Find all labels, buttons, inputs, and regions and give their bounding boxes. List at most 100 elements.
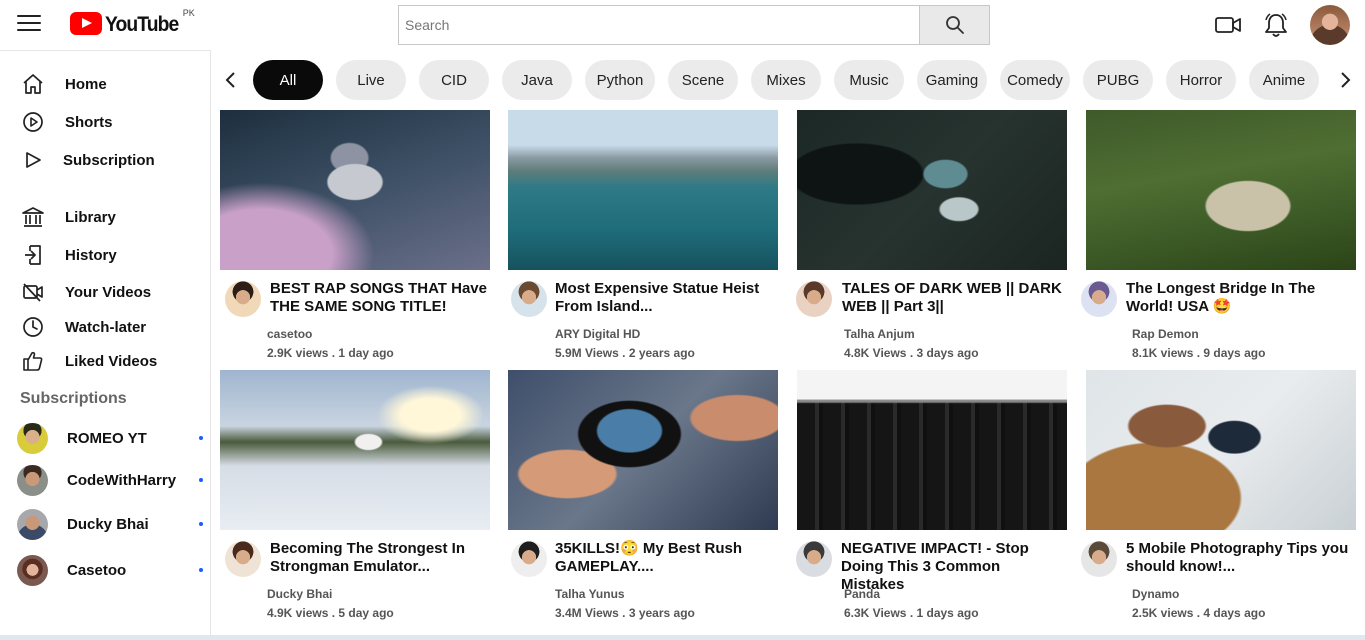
- channel-avatar[interactable]: [796, 541, 832, 577]
- channel-avatar: [17, 464, 48, 496]
- channel-name[interactable]: Dynamo: [1132, 587, 1179, 601]
- channel-avatar[interactable]: [796, 281, 832, 317]
- chip-music[interactable]: Music: [834, 60, 904, 100]
- view-count: 6.3K Views .: [844, 606, 917, 620]
- video-card[interactable]: Becoming The Strongest In Strongman Emul…: [220, 370, 492, 620]
- video-thumbnail[interactable]: [220, 110, 490, 270]
- sidebar-item-library[interactable]: Library: [20, 205, 116, 229]
- upload-age: 9 days ago: [1203, 346, 1266, 360]
- chevron-left-icon[interactable]: [221, 70, 241, 90]
- thumbs-up-icon: [20, 349, 46, 373]
- subscription-item[interactable]: ROMEO YT: [17, 422, 207, 454]
- channel-name[interactable]: Rap Demon: [1132, 327, 1199, 341]
- channel-name[interactable]: ARY Digital HD: [555, 327, 640, 341]
- chip-java[interactable]: Java: [502, 60, 572, 100]
- video-card[interactable]: NEGATIVE IMPACT! - Stop Doing This 3 Com…: [796, 370, 1069, 620]
- create-video-icon[interactable]: [1214, 11, 1242, 44]
- subscription-item[interactable]: CodeWithHarry: [17, 464, 207, 496]
- search-button[interactable]: [919, 6, 989, 44]
- chip-anime[interactable]: Anime: [1249, 60, 1319, 100]
- chip-horror[interactable]: Horror: [1166, 60, 1236, 100]
- video-title[interactable]: Becoming The Strongest In Strongman Emul…: [270, 540, 496, 576]
- category-chips-bar: All Live CID Java Python Scene Mixes Mus…: [213, 60, 1365, 100]
- video-card[interactable]: BEST RAP SONGS THAT Have THE SAME SONG T…: [220, 110, 492, 360]
- chip-live[interactable]: Live: [336, 60, 406, 100]
- video-thumbnail[interactable]: [508, 370, 778, 530]
- search-bar: [398, 5, 990, 45]
- channel-avatar[interactable]: [1081, 281, 1117, 317]
- notifications-bell-icon[interactable]: [1262, 11, 1290, 44]
- channel-avatar: [17, 422, 48, 454]
- sidebar-item-home[interactable]: Home: [20, 72, 107, 96]
- chip-gaming[interactable]: Gaming: [917, 60, 987, 100]
- channel-avatar[interactable]: [511, 281, 547, 317]
- video-card[interactable]: 35KILLS!😳 My Best Rush GAMEPLAY.... Talh…: [508, 370, 780, 620]
- video-title[interactable]: BEST RAP SONGS THAT Have THE SAME SONG T…: [270, 280, 496, 316]
- horizontal-scrollbar[interactable]: [0, 635, 1365, 640]
- video-thumbnail[interactable]: [220, 370, 490, 530]
- sidebar-item-label: Home: [65, 75, 107, 93]
- subscription-icon: [20, 148, 46, 172]
- chip-comedy[interactable]: Comedy: [1000, 60, 1070, 100]
- view-count: 2.9K views .: [267, 346, 339, 360]
- video-card[interactable]: Most Expensive Statue Heist From Island.…: [508, 110, 780, 360]
- sidebar-item-label: History: [65, 246, 117, 264]
- video-thumbnail[interactable]: [797, 110, 1067, 270]
- channel-avatar[interactable]: [1081, 541, 1117, 577]
- sidebar-item-liked-videos[interactable]: Liked Videos: [20, 349, 157, 373]
- video-meta: 2.5K views . 4 days ago: [1132, 606, 1265, 620]
- subscription-name: CodeWithHarry: [67, 471, 177, 489]
- hamburger-menu-icon[interactable]: [17, 15, 41, 35]
- video-title[interactable]: NEGATIVE IMPACT! - Stop Doing This 3 Com…: [841, 540, 1067, 594]
- channel-name[interactable]: Ducky Bhai: [267, 587, 332, 601]
- video-title[interactable]: 35KILLS!😳 My Best Rush GAMEPLAY....: [555, 540, 781, 576]
- video-thumbnail[interactable]: [1086, 370, 1356, 530]
- channel-avatar[interactable]: [225, 281, 261, 317]
- channel-avatar[interactable]: [225, 541, 261, 577]
- upload-age: 1 days ago: [916, 606, 979, 620]
- channel-name[interactable]: Panda: [844, 587, 880, 601]
- chip-python[interactable]: Python: [585, 60, 655, 100]
- subscription-item[interactable]: Ducky Bhai: [17, 508, 207, 540]
- video-thumbnail[interactable]: [508, 110, 778, 270]
- video-title[interactable]: Most Expensive Statue Heist From Island.…: [555, 280, 781, 316]
- sidebar-item-label: Subscription: [63, 151, 155, 169]
- sidebar-item-label: Watch-later: [65, 318, 147, 336]
- sidebar-item-subscription[interactable]: Subscription: [20, 148, 155, 172]
- user-avatar[interactable]: [1310, 5, 1350, 45]
- channel-name[interactable]: Talha Anjum: [844, 327, 915, 341]
- video-card[interactable]: TALES OF DARK WEB || DARK WEB || Part 3|…: [796, 110, 1069, 360]
- chevron-right-icon[interactable]: [1335, 70, 1355, 90]
- clock-icon: [20, 315, 46, 339]
- video-thumbnail[interactable]: [797, 370, 1067, 530]
- home-icon: [20, 72, 46, 96]
- sidebar-item-history[interactable]: History: [20, 243, 117, 267]
- view-count: 3.4M Views .: [555, 606, 629, 620]
- shorts-icon: [20, 110, 46, 134]
- region-code: PK: [182, 8, 195, 18]
- channel-avatar[interactable]: [511, 541, 547, 577]
- youtube-logo[interactable]: YouTube PK: [70, 8, 195, 38]
- upload-age: 4 days ago: [1203, 606, 1266, 620]
- chip-scene[interactable]: Scene: [668, 60, 738, 100]
- chip-all[interactable]: All: [253, 60, 323, 100]
- view-count: 5.9M Views .: [555, 346, 629, 360]
- chip-mixes[interactable]: Mixes: [751, 60, 821, 100]
- video-card[interactable]: 5 Mobile Photography Tips you should kno…: [1081, 370, 1358, 620]
- video-title[interactable]: The Longest Bridge In The World! USA 🤩: [1126, 280, 1352, 316]
- search-input[interactable]: [399, 6, 919, 44]
- channel-name[interactable]: casetoo: [267, 327, 312, 341]
- sidebar-item-watch-later[interactable]: Watch-later: [20, 315, 146, 339]
- sidebar-item-shorts[interactable]: Shorts: [20, 110, 113, 134]
- chip-cid[interactable]: CID: [419, 60, 489, 100]
- video-card[interactable]: The Longest Bridge In The World! USA 🤩 R…: [1081, 110, 1358, 360]
- sidebar-item-your-videos[interactable]: Your Videos: [20, 280, 151, 304]
- video-title[interactable]: 5 Mobile Photography Tips you should kno…: [1126, 540, 1352, 576]
- video-title[interactable]: TALES OF DARK WEB || DARK WEB || Part 3|…: [842, 280, 1068, 316]
- channel-name[interactable]: Talha Yunus: [555, 587, 625, 601]
- top-header: YouTube PK: [0, 0, 1365, 50]
- subscription-item[interactable]: Casetoo: [17, 554, 207, 586]
- video-thumbnail[interactable]: [1086, 110, 1356, 270]
- chip-pubg[interactable]: PUBG: [1083, 60, 1153, 100]
- video-meta: 4.8K Views . 3 days ago: [844, 346, 979, 360]
